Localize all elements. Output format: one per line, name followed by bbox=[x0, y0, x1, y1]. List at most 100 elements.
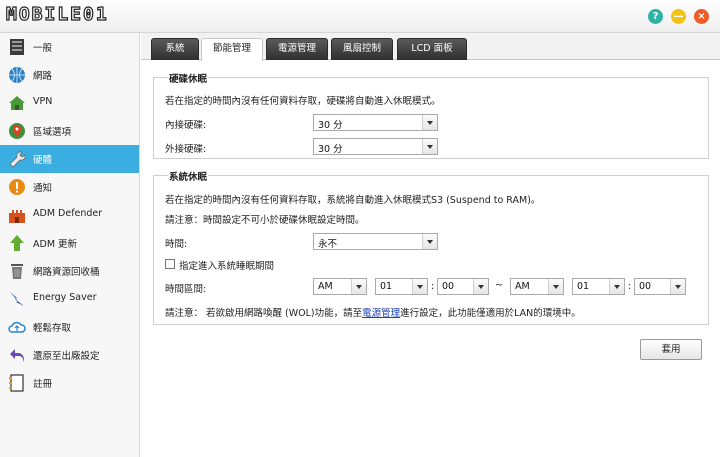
app-logo: MOBILE01 bbox=[5, 3, 109, 25]
end-hour-value: 01 bbox=[577, 281, 590, 292]
sleep-time-value: 永不 bbox=[318, 239, 338, 250]
chevron-down-icon bbox=[670, 279, 685, 294]
external-disk-label: 外接硬碟: bbox=[165, 144, 207, 155]
schedule-checkbox[interactable] bbox=[165, 259, 175, 269]
chevron-down-icon bbox=[412, 279, 427, 294]
main-panel: 系統 節能管理 電源管理 風扇控制 LCD 面板 硬碟休眠 若在指定的時間內沒有… bbox=[141, 33, 720, 457]
sidebar-item-label: ADM 更新 bbox=[33, 239, 78, 250]
tab-bar: 系統 節能管理 電源管理 風扇控制 LCD 面板 bbox=[141, 33, 720, 61]
sidebar-item-label: VPN bbox=[33, 96, 53, 107]
sidebar-item-notification[interactable]: 通知 bbox=[0, 173, 139, 201]
external-disk-value: 30 分 bbox=[318, 144, 343, 155]
server-icon bbox=[10, 39, 24, 55]
wol-note-prefix: 請注意： 若欲啟用網路喚醒 (WOL)功能，請至 bbox=[165, 308, 363, 319]
sidebar-item-label: ADM Defender bbox=[33, 208, 103, 219]
alert-icon bbox=[9, 179, 25, 195]
chevron-down-icon bbox=[473, 279, 488, 294]
start-ampm-value: AM bbox=[318, 281, 333, 292]
wol-note-suffix: 進行設定，此功能僅適用於LAN的環境中。 bbox=[400, 308, 581, 319]
sidebar-item-label: 通知 bbox=[33, 183, 53, 194]
lightning-icon bbox=[10, 292, 24, 306]
disk-sleep-group: 硬碟休眠 若在指定的時間內沒有任何資料存取，硬碟將自動進入休眠模式。 內接硬碟:… bbox=[153, 71, 709, 159]
castle-icon bbox=[9, 210, 25, 223]
chevron-down-icon bbox=[351, 279, 366, 294]
sidebar-item-label: 註冊 bbox=[33, 379, 53, 390]
sidebar-item-adm-update[interactable]: ADM 更新 bbox=[0, 229, 139, 257]
start-minute-select[interactable]: 00 bbox=[437, 278, 489, 295]
disk-sleep-title: 硬碟休眠 bbox=[168, 71, 209, 85]
sidebar-item-region[interactable]: 區域選項 bbox=[0, 117, 139, 145]
sidebar-item-label: 一般 bbox=[33, 43, 53, 54]
chevron-down-icon bbox=[422, 234, 437, 249]
sleep-time-label: 時間: bbox=[165, 239, 188, 250]
sidebar-item-general[interactable]: 一般 bbox=[0, 33, 139, 61]
tab-lcd-panel[interactable]: LCD 面板 bbox=[397, 38, 467, 60]
undo-icon bbox=[10, 349, 24, 362]
sidebar-item-register[interactable]: 註冊 bbox=[0, 369, 139, 397]
sidebar-item-factory-reset[interactable]: 還原至出廠設定 bbox=[0, 341, 139, 369]
tab-power-management[interactable]: 電源管理 bbox=[266, 38, 328, 60]
sidebar-item-label: 網路資源回收桶 bbox=[33, 267, 100, 278]
apply-button[interactable]: 套用 bbox=[640, 339, 702, 360]
sidebar-item-recycle-bin[interactable]: 網路資源回收桶 bbox=[0, 257, 139, 285]
start-minute-value: 00 bbox=[442, 281, 455, 292]
power-management-link[interactable]: 電源管理 bbox=[362, 308, 400, 319]
sleep-time-select[interactable]: 永不 bbox=[313, 233, 438, 250]
tab-fan-control[interactable]: 風扇控制 bbox=[331, 38, 393, 60]
sidebar-item-adm-defender[interactable]: ADM Defender bbox=[0, 201, 139, 229]
internal-disk-label: 內接硬碟: bbox=[165, 120, 207, 131]
minimize-button[interactable]: — bbox=[671, 9, 686, 24]
chevron-down-icon bbox=[422, 115, 437, 130]
wrench-icon bbox=[9, 151, 26, 168]
house-icon bbox=[9, 96, 25, 110]
sidebar-item-easy-access[interactable]: 輕鬆存取 bbox=[0, 313, 139, 341]
internal-disk-select[interactable]: 30 分 bbox=[313, 114, 438, 131]
range-tilde: ~ bbox=[495, 280, 503, 291]
schedule-checkbox-label: 指定進入系統睡眠期間 bbox=[179, 261, 275, 272]
start-ampm-select[interactable]: AM bbox=[313, 278, 367, 295]
sidebar-item-vpn[interactable]: VPN bbox=[0, 89, 139, 117]
cloud-icon bbox=[8, 321, 26, 333]
system-sleep-group: 系統休眠 若在指定的時間內沒有任何資料存取，系統將自動進入休眠模式S3 (Sus… bbox=[153, 169, 709, 325]
register-icon bbox=[9, 374, 24, 392]
title-bar: MOBILE01 ? — × bbox=[0, 0, 720, 33]
end-ampm-value: AM bbox=[515, 281, 530, 292]
sidebar-item-label: Energy Saver bbox=[33, 292, 97, 303]
internal-disk-value: 30 分 bbox=[318, 120, 343, 131]
chevron-down-icon bbox=[609, 279, 624, 294]
help-button[interactable]: ? bbox=[648, 9, 663, 24]
sidebar-item-energy-saver[interactable]: Energy Saver bbox=[0, 285, 139, 313]
globe-icon bbox=[9, 67, 25, 83]
wol-note: 請注意： 若欲啟用網路喚醒 (WOL)功能，請至電源管理進行設定，此功能僅適用於… bbox=[165, 305, 581, 319]
external-disk-select[interactable]: 30 分 bbox=[313, 138, 438, 155]
chevron-down-icon bbox=[422, 139, 437, 154]
end-hour-select[interactable]: 01 bbox=[572, 278, 625, 295]
start-hour-select[interactable]: 01 bbox=[375, 278, 428, 295]
end-minute-select[interactable]: 00 bbox=[634, 278, 686, 295]
chevron-down-icon bbox=[548, 279, 563, 294]
sidebar-item-label: 區域選項 bbox=[33, 127, 72, 138]
sidebar: 一般 網路 VPN 區域選項 硬體 通知 ADM Defender ADM 更新… bbox=[0, 33, 140, 457]
system-sleep-note: 請注意：時間設定不可小於硬碟休眠設定時間。 bbox=[165, 215, 365, 226]
sidebar-item-label: 網路 bbox=[33, 71, 53, 82]
arrow-up-icon bbox=[10, 235, 24, 251]
disk-sleep-description: 若在指定的時間內沒有任何資料存取，硬碟將自動進入休眠模式。 bbox=[165, 96, 441, 107]
system-sleep-title: 系統休眠 bbox=[168, 169, 209, 183]
sidebar-item-label: 還原至出廠設定 bbox=[33, 351, 100, 362]
trash-icon bbox=[11, 264, 23, 279]
system-sleep-description: 若在指定的時間內沒有任何資料存取，系統將自動進入休眠模式S3 (Suspend … bbox=[165, 195, 541, 206]
end-colon: : bbox=[628, 281, 632, 292]
region-icon bbox=[9, 123, 25, 139]
tab-power-saving[interactable]: 節能管理 bbox=[201, 38, 263, 61]
close-button[interactable]: × bbox=[694, 9, 709, 24]
sidebar-item-network[interactable]: 網路 bbox=[0, 61, 139, 89]
sidebar-item-label: 輕鬆存取 bbox=[33, 323, 72, 334]
start-colon: : bbox=[431, 281, 435, 292]
tab-system[interactable]: 系統 bbox=[151, 38, 199, 60]
start-hour-value: 01 bbox=[380, 281, 393, 292]
interval-label: 時間區間: bbox=[165, 284, 207, 295]
end-minute-value: 00 bbox=[639, 281, 652, 292]
sidebar-item-hardware[interactable]: 硬體 bbox=[0, 145, 139, 173]
end-ampm-select[interactable]: AM bbox=[510, 278, 564, 295]
sidebar-item-label: 硬體 bbox=[33, 155, 53, 166]
